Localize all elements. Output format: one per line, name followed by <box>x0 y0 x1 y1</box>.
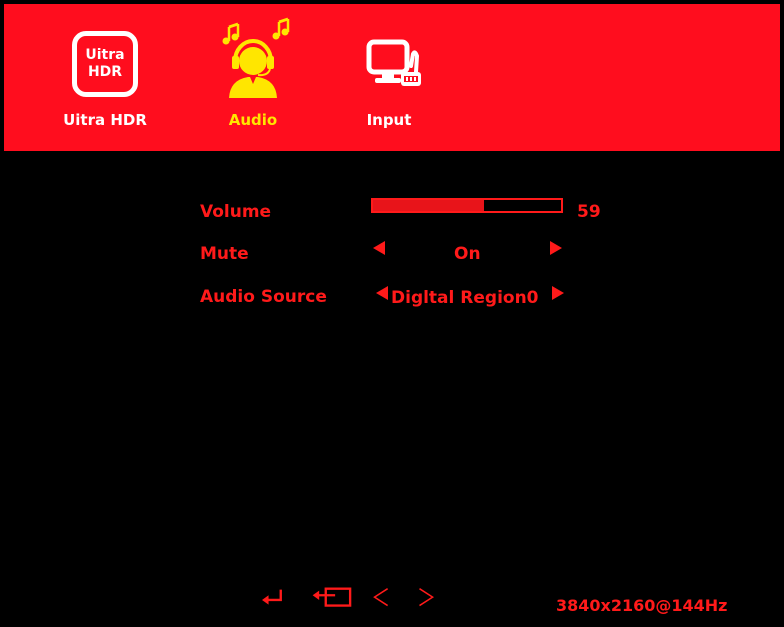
mute-value: On <box>454 244 481 264</box>
mute-label: Mute <box>200 244 249 264</box>
audio-source-left-arrow-icon[interactable] <box>376 286 388 300</box>
mute-right-arrow-icon[interactable] <box>550 241 562 255</box>
tab-bar: Uitra HDR Uitra HDR Audio Input <box>4 4 780 151</box>
ultra-hdr-icon-line1: Uitra <box>85 47 125 63</box>
left-chevron-icon[interactable] <box>373 588 389 607</box>
volume-label: Volume <box>200 202 272 222</box>
monitor-input-icon <box>334 14 444 99</box>
tab-ultra-hdr[interactable]: Uitra HDR Uitra HDR <box>50 14 160 129</box>
exit-icon[interactable] <box>312 587 352 607</box>
ultra-hdr-icon-line2: HDR <box>87 64 123 80</box>
audio-source-label: Audio Source <box>200 287 327 307</box>
enter-icon[interactable] <box>262 589 282 605</box>
tab-ultra-hdr-label: Uitra HDR <box>63 111 147 129</box>
volume-slider-fill <box>373 200 484 211</box>
tab-input[interactable]: Input <box>334 14 444 129</box>
ultra-hdr-icon: Uitra HDR <box>50 14 160 99</box>
osd-menu: Uitra HDR Uitra HDR Audio Input Volume 5… <box>4 4 780 623</box>
tab-audio-label: Audio <box>228 111 278 129</box>
volume-slider[interactable] <box>371 198 563 213</box>
right-chevron-icon[interactable] <box>419 588 435 607</box>
audio-source-value: Digltal Region0 <box>391 288 539 308</box>
audio-source-right-arrow-icon[interactable] <box>552 286 564 300</box>
volume-value: 59 <box>577 202 601 222</box>
headset-person-icon <box>198 14 308 99</box>
tab-input-label: Input <box>366 111 412 129</box>
tab-audio[interactable]: Audio <box>198 14 308 129</box>
mute-left-arrow-icon[interactable] <box>373 241 385 255</box>
resolution-readout: 3840x2160@144Hz <box>556 596 728 615</box>
